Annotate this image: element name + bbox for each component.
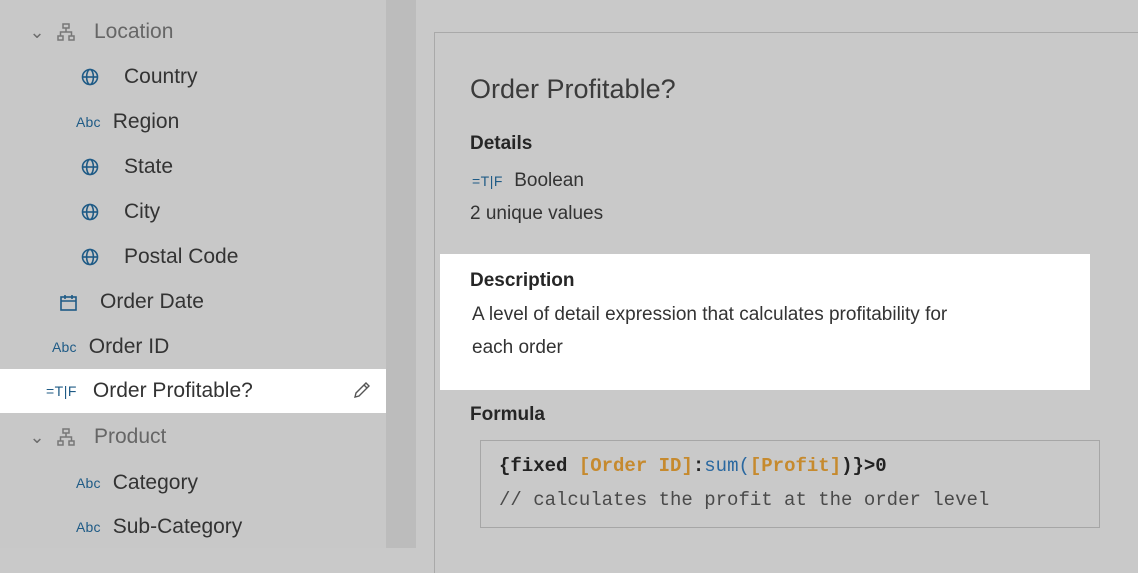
hierarchy-icon [46,428,86,446]
sidebar-item-label: Order Profitable? [92,379,253,402]
edit-pencil-icon[interactable] [352,380,372,405]
formula-comment: // calculates the profit at the order le… [499,489,990,511]
unique-values: 2 unique values [470,203,604,224]
field-details-panel: Order Profitable? Details =T|F Boolean 2… [416,0,1138,573]
sidebar-item-label: Country [124,65,198,88]
sidebar-item-label: Order Date [100,290,204,313]
folder-location[interactable]: ⌄ Location [0,10,386,54]
abc-string-icon: Abc [76,519,101,535]
formula-heading: Formula [470,404,545,425]
abc-string-icon: Abc [52,339,77,355]
chevron-down-icon[interactable]: ⌄ [28,427,46,448]
data-pane: ⌄ Location Country Abc Region State City… [0,0,386,548]
sidebar-item-label: Location [94,20,174,43]
field-city[interactable]: City [0,190,386,234]
formula-field: [Profit] [749,455,842,477]
sidebar-item-label: Order ID [88,335,170,358]
boolean-icon: =T|F [46,383,77,399]
sidebar-item-label: Region [112,110,180,133]
abc-string-icon: Abc [76,475,101,491]
formula-line-1: {fixed [Order ID]:sum([Profit])}>0 [499,455,887,477]
sidebar-item-label: Category [112,471,198,494]
description-heading: Description [470,270,575,291]
sidebar-item-label: State [124,155,174,178]
sidebar-item-label: City [124,200,161,223]
sidebar-item-label: Sub-Category [112,515,243,538]
field-sub-category[interactable]: Abc Sub-Category [0,505,386,549]
hierarchy-icon [46,23,86,41]
field-state[interactable]: State [0,145,386,189]
boolean-icon: =T|F [472,173,503,189]
folder-product[interactable]: ⌄ Product [0,415,386,459]
pane-divider[interactable] [386,0,416,548]
data-type: =T|F Boolean [472,170,584,192]
field-order-id[interactable]: Abc Order ID [0,325,386,369]
globe-icon [80,203,100,221]
data-type-label: Boolean [514,170,584,191]
field-country[interactable]: Country [0,55,386,99]
formula-close: )}>0 [841,455,887,477]
sidebar-item-label: Postal Code [124,245,239,268]
globe-icon [80,158,100,176]
field-category[interactable]: Abc Category [0,461,386,505]
calendar-icon [58,294,78,311]
formula-keyword: {fixed [499,455,579,477]
abc-string-icon: Abc [76,114,101,130]
field-title: Order Profitable? [470,74,676,104]
globe-icon [80,68,100,86]
field-region[interactable]: Abc Region [0,100,386,144]
formula-box: {fixed [Order ID]:sum([Profit])}>0 // ca… [480,440,1100,528]
formula-field: [Order ID] [578,455,693,477]
formula-function: sum( [704,455,750,477]
chevron-down-icon[interactable]: ⌄ [28,22,46,43]
field-postal-code[interactable]: Postal Code [0,235,386,279]
formula-colon: : [692,455,705,477]
globe-icon [80,248,100,266]
field-order-date[interactable]: Order Date [0,280,386,324]
description-text-line-2: each order [472,337,563,358]
sidebar-item-label: Product [94,425,167,448]
field-order-profitable[interactable]: =T|F Order Profitable? [0,369,386,413]
description-text-line-1: A level of detail expression that calcul… [472,304,948,325]
details-heading: Details [470,133,533,154]
